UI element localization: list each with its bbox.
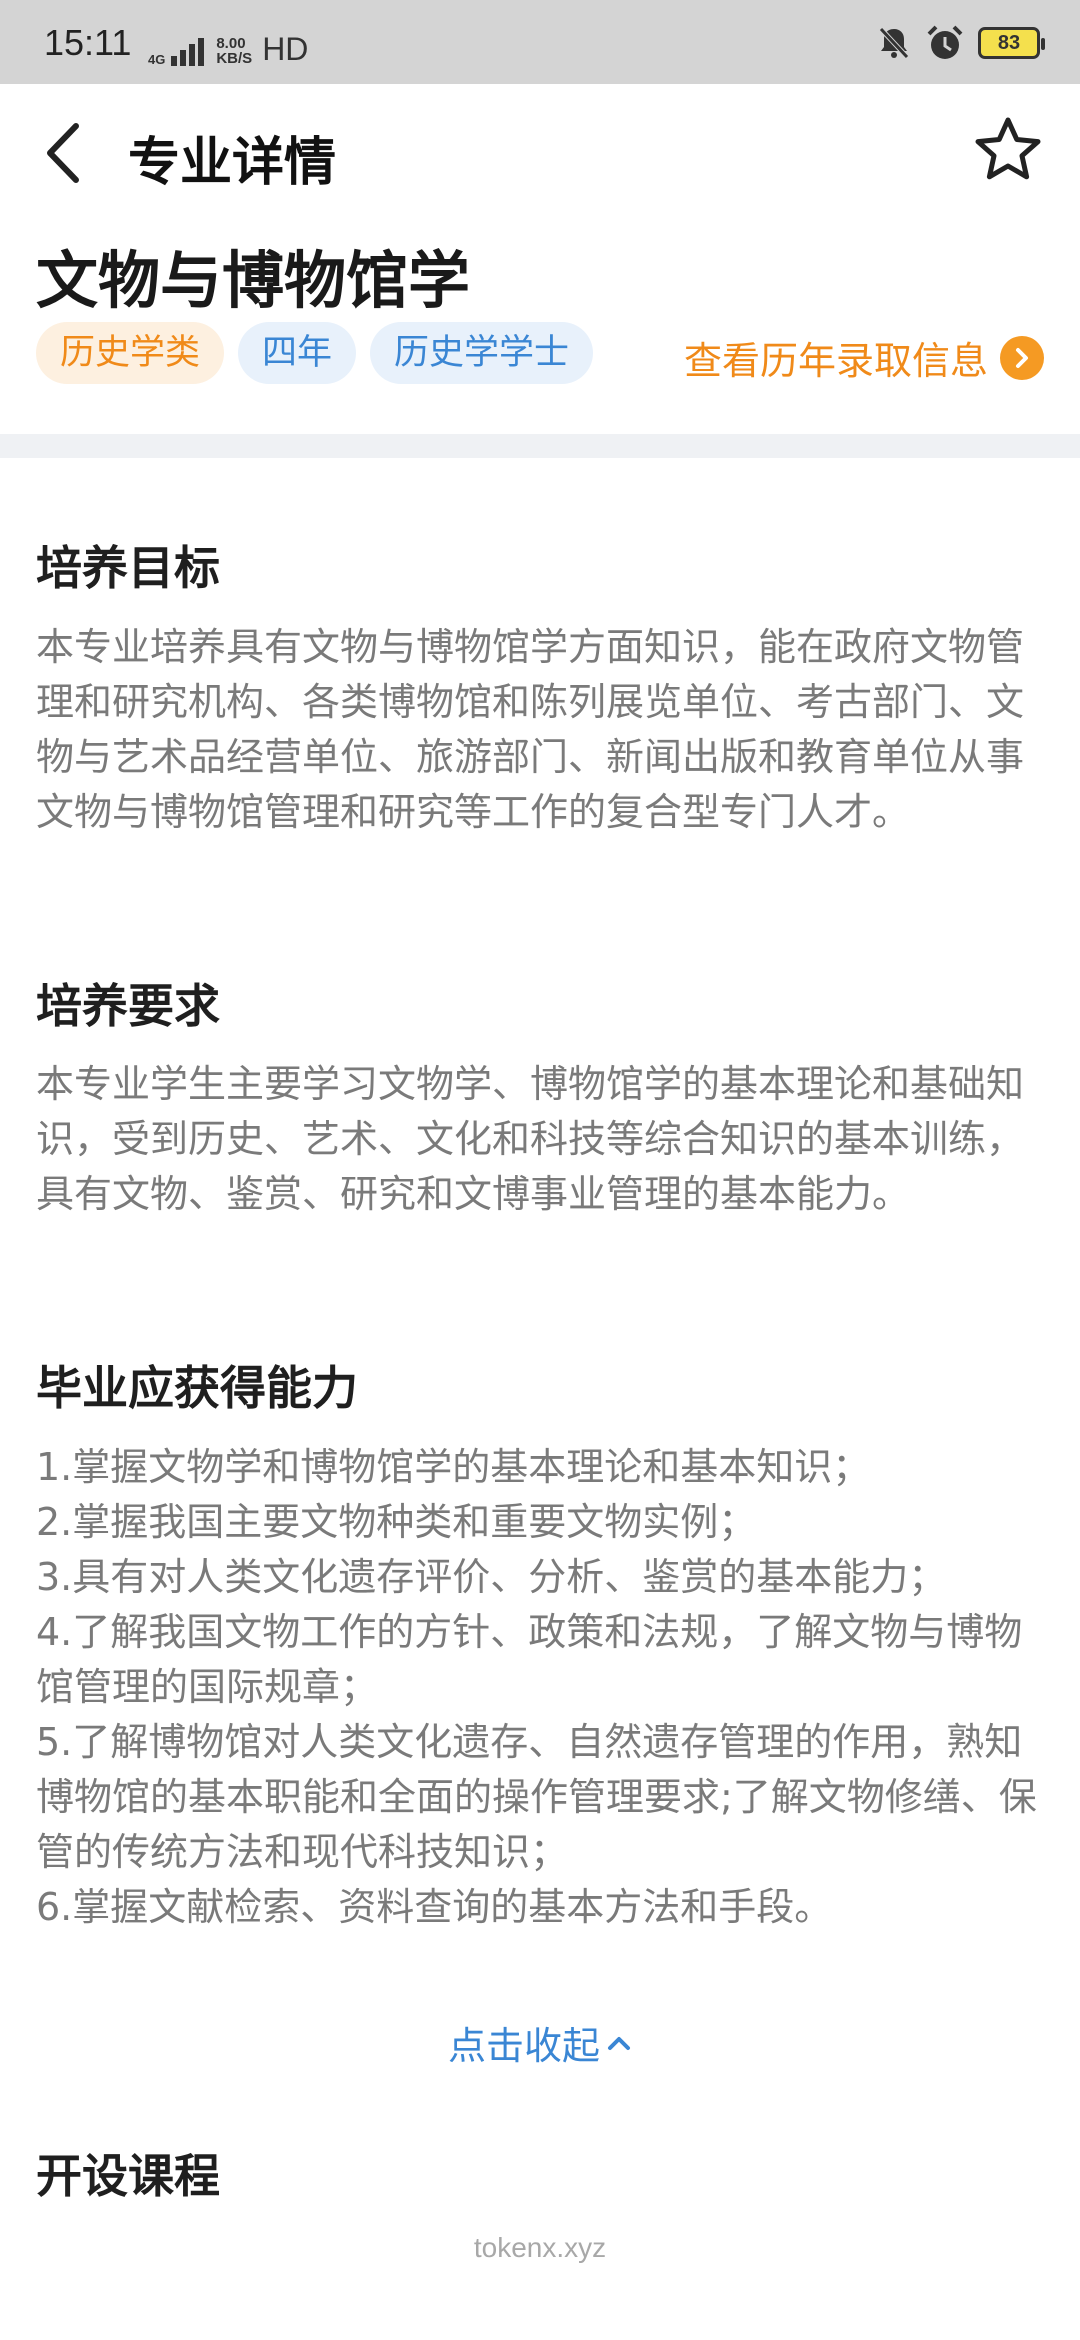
list-item: 3.具有对人类文化遗存评价、分析、鉴赏的基本能力； xyxy=(36,1555,947,1599)
major-name: 文物与博物馆学 xyxy=(36,244,471,317)
section-body-goal: 本专业培养具有文物与博物馆学方面知识，能在政府文物管理和研究机构、各类博物馆和陈… xyxy=(36,625,1025,834)
alarm-icon xyxy=(927,25,963,59)
section-title-courses: 开设课程 xyxy=(36,2149,220,2203)
collapse-label: 点击收起 xyxy=(447,2024,600,2068)
watermark: tokenx.xyz xyxy=(473,2232,607,2263)
list-item: 5.了解博物馆对人类文化遗存、自然遗存管理的作用，熟知博物馆的基本职能和全面的操… xyxy=(36,1720,1037,1874)
battery-icon: 83 xyxy=(978,27,1045,59)
star-outline-icon[interactable] xyxy=(972,114,1044,186)
history-link-label: 查看历年录取信息 xyxy=(683,339,988,383)
section-body-requirement: 本专业学生主要学习文物学、博物馆学的基本理论和基础知识，受到历史、艺术、文化和科… xyxy=(36,1062,1025,1216)
status-icons: 83 xyxy=(876,24,1045,62)
collapse-button[interactable]: 点击收起 xyxy=(0,2015,1080,2070)
list-item: 4.了解我国文物工作的方针、政策和法规，了解文物与博物馆管理的国际规章； xyxy=(36,1610,1023,1709)
tag-duration: 四年 xyxy=(238,322,357,384)
chevron-up-icon xyxy=(608,2036,630,2050)
page-title: 专业详情 xyxy=(128,133,337,193)
section-title-goal: 培养目标 xyxy=(36,541,220,595)
list-item: 2.掌握我国主要文物种类和重要文物实例； xyxy=(36,1500,757,1544)
network-indicator: 4G 8.00 KB/S HD xyxy=(148,32,308,66)
list-item: 6.掌握文献检索、资料查询的基本方法和手段。 xyxy=(36,1885,833,1929)
abilities-list: 1.掌握文物学和博物馆学的基本理论和基本知识； 2.掌握我国主要文物种类和重要文… xyxy=(36,1440,1046,1935)
list-item: 1.掌握文物学和博物馆学的基本理论和基本知识； xyxy=(36,1445,871,1489)
nav-header: 专业详情 xyxy=(0,84,1080,220)
major-tags: 历史学类 四年 历史学学士 xyxy=(36,322,594,384)
section-divider xyxy=(0,434,1080,458)
section-title-requirement: 培养要求 xyxy=(36,979,220,1033)
network-speed: 8.00 KB/S xyxy=(216,35,253,67)
status-time: 15:11 xyxy=(44,22,132,63)
hd-indicator: HD xyxy=(262,31,309,67)
status-bar: 15:11 4G 8.00 KB/S HD 83 xyxy=(0,0,1080,84)
tag-degree: 历史学学士 xyxy=(370,322,594,384)
tag-category: 历史学类 xyxy=(36,322,225,384)
chevron-left-icon[interactable] xyxy=(36,118,96,188)
signal-icon xyxy=(171,38,205,66)
network-type: 4G xyxy=(148,52,166,67)
chevron-right-circle-icon xyxy=(1000,335,1044,380)
history-admission-link[interactable]: 查看历年录取信息 xyxy=(684,330,1044,385)
section-title-abilities: 毕业应获得能力 xyxy=(36,1361,358,1415)
bell-muted-icon xyxy=(879,27,909,59)
